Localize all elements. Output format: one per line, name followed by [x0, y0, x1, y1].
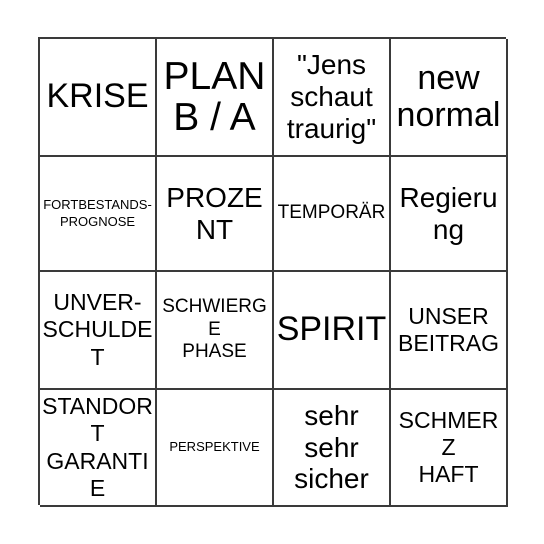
bingo-cell[interactable]: PROZENT — [157, 157, 274, 272]
bingo-cell[interactable]: sehr sehr sicher — [274, 390, 391, 507]
bingo-cell-label: UNVER- SCHULDET — [42, 289, 153, 370]
bingo-cell-label: SCHWIERGE PHASE — [162, 295, 267, 363]
bingo-cell[interactable]: Regierung — [391, 157, 508, 272]
bingo-cell-label: PERSPEKTIVE — [169, 439, 260, 455]
bingo-cell-label: SCHMERZ HAFT — [398, 406, 499, 488]
bingo-cell[interactable]: SCHMERZ HAFT — [391, 390, 508, 507]
bingo-cell-label: SPIRIT — [276, 310, 387, 349]
bingo-grid: KRISE PLAN B / A "Jens schaut traurig" new … — [38, 37, 508, 507]
bingo-cell-label: new normal — [396, 58, 501, 134]
bingo-card: KRISE PLAN B / A "Jens schaut traurig" new … — [0, 0, 544, 544]
bingo-cell[interactable]: PLAN B / A — [157, 39, 274, 157]
bingo-cell[interactable]: UNSER BEITRAG — [391, 272, 508, 390]
bingo-cell-label: Regierung — [399, 181, 498, 245]
bingo-cell[interactable]: "Jens schaut traurig" — [274, 39, 391, 157]
bingo-cell-label: UNSER BEITRAG — [398, 302, 499, 356]
bingo-cell[interactable]: SCHWIERGE PHASE — [157, 272, 274, 390]
bingo-cell-label: FORTBESTANDS- PROGNOSE — [43, 196, 152, 229]
bingo-cell[interactable]: TEMPORÄR — [274, 157, 391, 272]
bingo-cell[interactable]: KRISE — [40, 39, 157, 157]
bingo-cell[interactable]: UNVER- SCHULDET — [40, 272, 157, 390]
bingo-cell-label: KRISE — [46, 77, 149, 116]
bingo-cell-label: STANDORT GARANTIE — [42, 393, 153, 501]
bingo-cell-label: PROZENT — [166, 181, 263, 245]
bingo-cell-label: "Jens schaut traurig" — [286, 49, 377, 144]
bingo-cell[interactable]: PERSPEKTIVE — [157, 390, 274, 507]
bingo-cell-label: sehr sehr sicher — [294, 399, 369, 495]
bingo-cell-label: PLAN B / A — [163, 54, 266, 139]
bingo-cell[interactable]: SPIRIT — [274, 272, 391, 390]
bingo-cell[interactable]: STANDORT GARANTIE — [40, 390, 157, 507]
bingo-cell[interactable]: new normal — [391, 39, 508, 157]
bingo-cell-label: TEMPORÄR — [277, 202, 386, 224]
bingo-cell[interactable]: FORTBESTANDS- PROGNOSE — [40, 157, 157, 272]
